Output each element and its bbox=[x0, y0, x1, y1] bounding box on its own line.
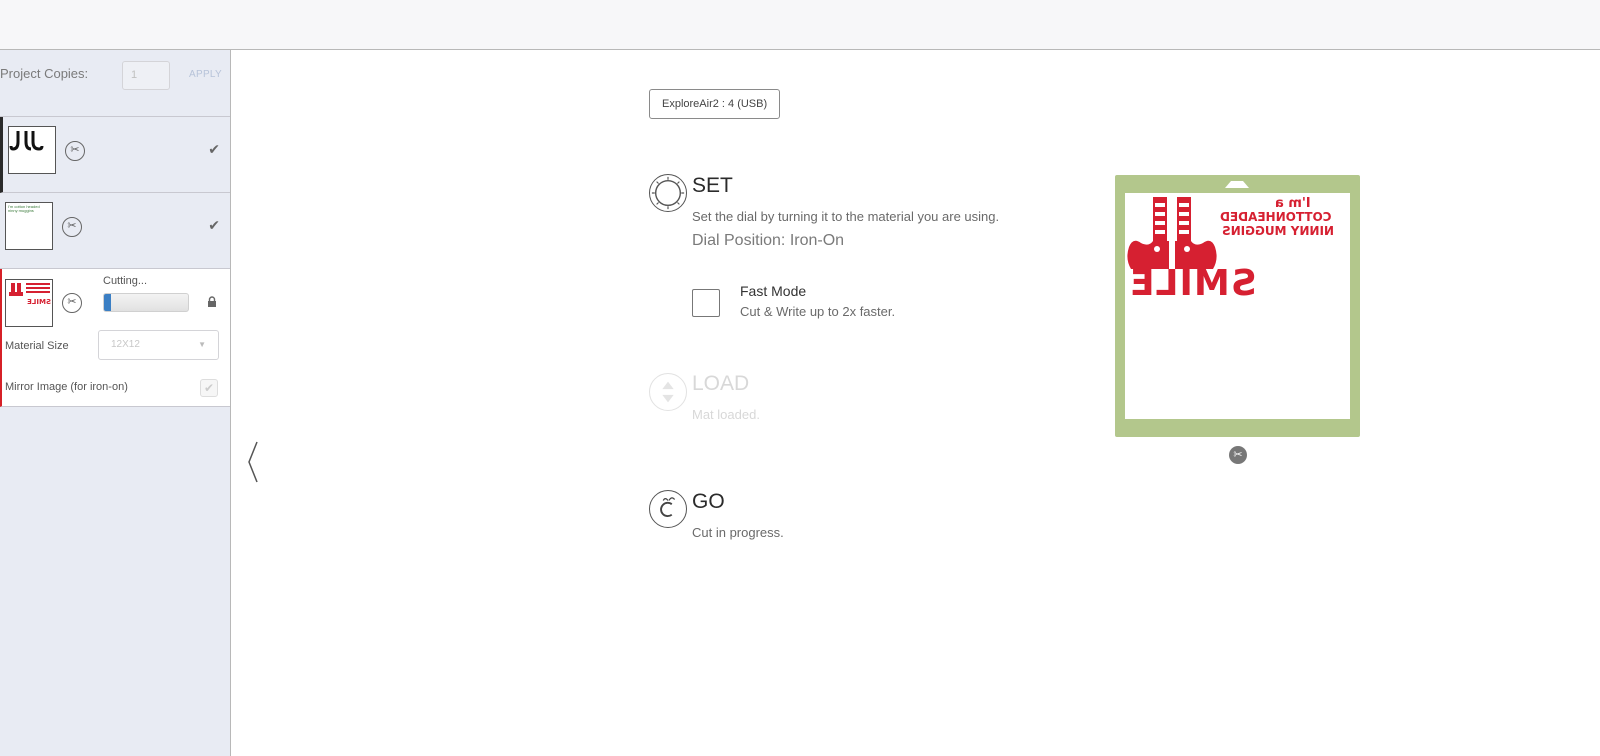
design-text-line1: I'm a bbox=[1275, 196, 1311, 211]
design-text-line2: COTTONHEADED bbox=[1220, 210, 1332, 224]
mat-thumbnail-text: I'm cotton headed ninny muggins bbox=[8, 204, 40, 213]
cut-icon: ✂ bbox=[1229, 446, 1247, 464]
go-title: GO bbox=[692, 490, 725, 513]
design-text-smile: SMILE bbox=[1129, 263, 1257, 304]
mat-thumbnail: SMILE bbox=[5, 279, 53, 327]
mat-item-2[interactable]: I'm cotton headed ninny muggins ✂ ✔ bbox=[0, 193, 230, 269]
apply-button[interactable]: APPLY bbox=[189, 69, 222, 80]
project-copies-input[interactable]: 1 bbox=[122, 61, 170, 90]
design-text-line3: NINNY MUGGINS bbox=[1222, 224, 1334, 238]
dial-icon bbox=[649, 174, 687, 212]
set-title: SET bbox=[692, 174, 733, 197]
cut-icon: ✂ bbox=[62, 217, 82, 237]
cut-progress-bar bbox=[103, 293, 189, 312]
material-size-value: 12X12 bbox=[111, 339, 140, 350]
check-icon: ✔ bbox=[208, 217, 220, 233]
active-mat-item[interactable]: SMILE ✂ Cutting... Material Size 12X12 ▼… bbox=[0, 269, 230, 407]
svg-text:SMILE: SMILE bbox=[27, 298, 51, 306]
fast-mode-description: Cut & Write up to 2x faster. bbox=[740, 304, 896, 319]
project-copies-label: Project Copies: bbox=[0, 66, 89, 81]
mat-item-1[interactable]: ✂ ✔ bbox=[0, 117, 230, 193]
fast-mode-checkbox[interactable] bbox=[692, 289, 720, 317]
go-cricut-icon[interactable] bbox=[649, 490, 687, 528]
material-size-select[interactable]: 12X12 ▼ bbox=[98, 330, 219, 360]
mat-sidebar: Project Copies: 1 APPLY ✂ ✔ I'm cotton h… bbox=[0, 50, 231, 756]
collapse-sidebar-chevron-icon[interactable] bbox=[246, 440, 260, 484]
go-description: Cut in progress. bbox=[692, 525, 784, 540]
mat-thumbnail: I'm cotton headed ninny muggins bbox=[5, 202, 53, 250]
device-selector-button[interactable]: ExploreAir2 : 4 (USB) bbox=[649, 89, 781, 119]
cut-icon: ✂ bbox=[65, 141, 85, 161]
cutting-status: Cutting... bbox=[103, 275, 148, 287]
dial-position: Dial Position: Iron-On bbox=[692, 232, 845, 249]
mirror-image-checkbox[interactable]: ✔ bbox=[200, 379, 218, 397]
mat-preview: I'm a COTTONHEADED NINNY MUGGINS SMILE bbox=[1115, 175, 1360, 437]
fast-mode-title: Fast Mode bbox=[740, 283, 807, 299]
mat-notch-icon bbox=[1225, 181, 1249, 188]
top-bar bbox=[0, 0, 1600, 50]
chevron-down-icon: ▼ bbox=[198, 340, 206, 349]
check-icon: ✔ bbox=[208, 141, 220, 157]
mat-sheet: I'm a COTTONHEADED NINNY MUGGINS SMILE bbox=[1125, 193, 1350, 419]
lock-icon bbox=[208, 296, 216, 307]
cut-icon: ✂ bbox=[62, 293, 82, 313]
mirror-image-label: Mirror Image (for iron-on) bbox=[5, 381, 128, 393]
cut-progress-fill bbox=[104, 294, 111, 311]
load-title: LOAD bbox=[692, 372, 750, 395]
load-arrows-icon bbox=[649, 373, 687, 411]
mat-thumbnail bbox=[8, 126, 56, 174]
set-description: Set the dial by turning it to the materi… bbox=[692, 209, 1000, 224]
material-size-label: Material Size bbox=[5, 340, 69, 352]
load-description: Mat loaded. bbox=[692, 407, 760, 422]
project-copies-row: Project Copies: 1 APPLY bbox=[0, 50, 230, 117]
